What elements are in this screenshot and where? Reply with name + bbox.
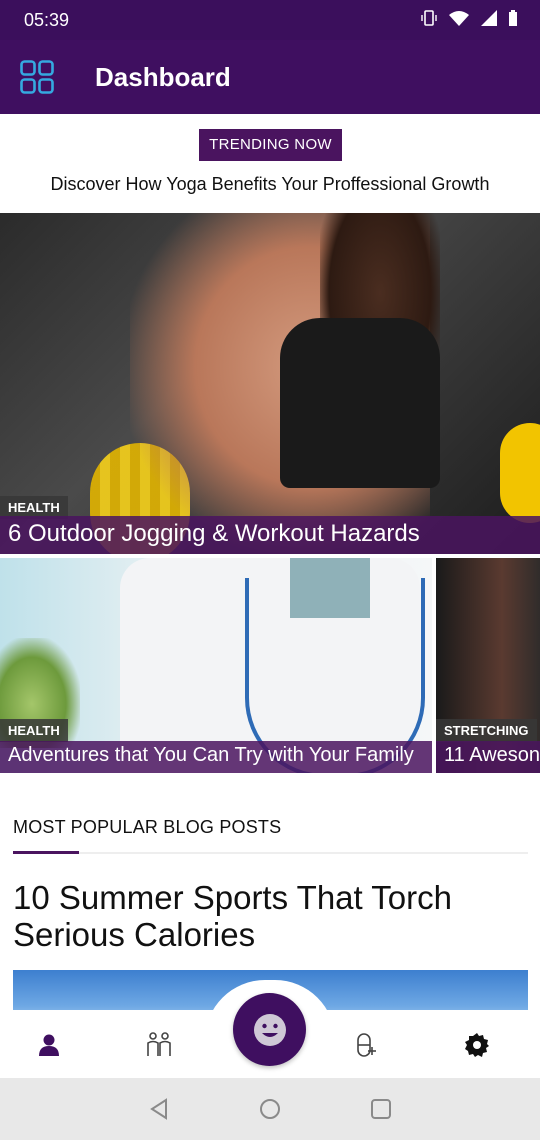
smiley-button[interactable]	[233, 993, 306, 1066]
pill-icon[interactable]	[350, 1030, 380, 1060]
system-navigation-bar	[0, 1078, 540, 1140]
status-bar: 05:39	[0, 0, 540, 40]
person-icon[interactable]	[34, 1030, 64, 1060]
popular-post-title[interactable]: 10 Summer Sports That Torch Serious Calo…	[13, 879, 513, 953]
featured-post-card[interactable]: HEALTH 6 Outdoor Jogging & Workout Hazar…	[0, 213, 540, 554]
signal-icon	[481, 10, 497, 26]
app-bar: Dashboard	[0, 40, 540, 114]
carousel-card[interactable]: HEALTH Adventures that You Can Try with …	[0, 558, 432, 773]
home-icon[interactable]	[259, 1098, 281, 1120]
status-time: 05:39	[24, 10, 70, 30]
sports-top-image	[280, 318, 440, 488]
category-badge: STRETCHING	[436, 719, 537, 742]
wifi-icon	[449, 11, 469, 26]
carousel-post-title: Adventures that You Can Try with Your Fa…	[0, 741, 432, 773]
page-title: Dashboard	[95, 62, 231, 92]
battery-icon	[509, 10, 517, 26]
carousel-card[interactable]: STRETCHING 11 Aweson	[436, 558, 540, 773]
couple-icon[interactable]	[144, 1030, 174, 1060]
section-title: MOST POPULAR BLOG POSTS	[13, 817, 282, 837]
featured-post-title: 6 Outdoor Jogging & Workout Hazards	[0, 516, 540, 554]
status-icons	[420, 9, 518, 27]
gear-icon[interactable]	[462, 1030, 492, 1060]
category-badge: HEALTH	[0, 719, 68, 742]
trending-headline[interactable]: Discover How Yoga Benefits Your Proffess…	[0, 174, 540, 195]
gym-weights-image	[500, 423, 540, 523]
trending-now-button[interactable]: TRENDING NOW	[199, 129, 342, 161]
recents-icon[interactable]	[370, 1098, 392, 1120]
section-underline	[13, 851, 79, 854]
section-divider	[13, 852, 528, 854]
smiley-icon	[253, 1013, 286, 1046]
grid-icon[interactable]	[20, 60, 54, 94]
vibrate-icon	[421, 10, 437, 26]
back-icon[interactable]	[148, 1098, 170, 1120]
carousel-post-title: 11 Aweson	[436, 741, 540, 773]
